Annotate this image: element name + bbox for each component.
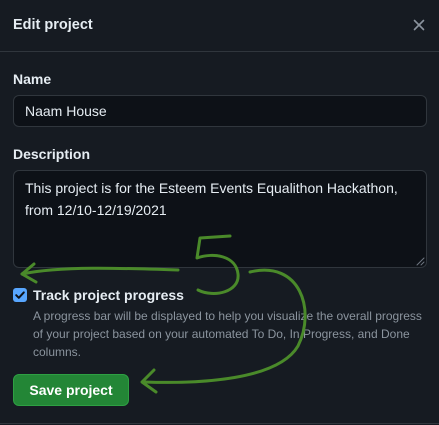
checkmark-icon [15,291,25,299]
track-progress-label[interactable]: Track project progress [33,287,184,303]
track-progress-help-text: A progress bar will be displayed to help… [33,309,422,359]
name-input[interactable] [13,95,427,127]
dialog-header: Edit project [0,0,439,52]
edit-project-dialog: Edit project Name Description This proje… [0,0,439,425]
description-textarea[interactable]: This project is for the Esteem Events Eq… [13,170,427,268]
resize-grip-icon[interactable] [415,256,425,266]
name-label: Name [13,71,52,87]
dialog-title: Edit project [13,17,93,33]
save-project-button[interactable]: Save project [13,374,129,406]
close-icon[interactable] [410,16,428,34]
footer-divider [0,423,439,424]
description-label: Description [13,146,91,162]
track-progress-checkbox[interactable] [13,288,27,302]
